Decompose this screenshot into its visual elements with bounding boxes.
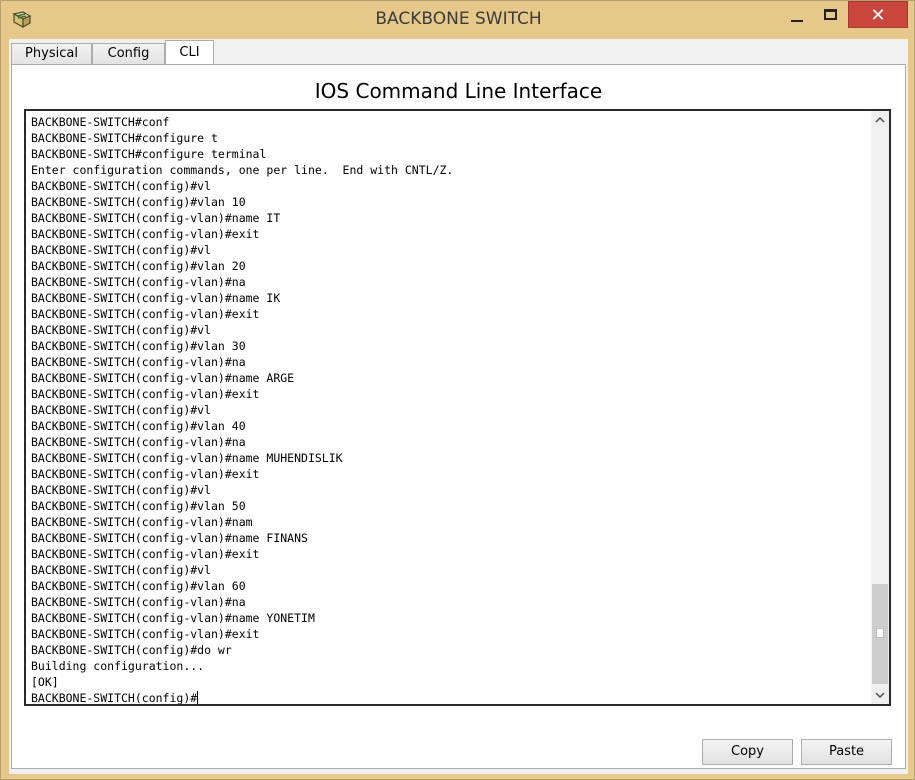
terminal-line: BACKBONE-SWITCH(config)#vlan 60 (31, 579, 246, 593)
terminal-line: BACKBONE-SWITCH(config)#do wr (31, 643, 232, 657)
copy-button[interactable]: Copy (702, 739, 793, 765)
terminal-line: BACKBONE-SWITCH#configure terminal (31, 147, 267, 161)
scrollbar-grip (876, 628, 884, 638)
terminal-line: Enter configuration commands, one per li… (31, 163, 454, 177)
terminal-line: BACKBONE-SWITCH(config)#vlan 20 (31, 259, 246, 273)
terminal-line: BACKBONE-SWITCH(config)#vl (31, 563, 212, 577)
tab-config[interactable]: Config (92, 43, 165, 64)
terminal-line: BACKBONE-SWITCH(config)#vlan 10 (31, 195, 246, 209)
terminal-line: BACKBONE-SWITCH(config-vlan)#na (31, 595, 246, 609)
title-bar[interactable]: BACKBONE SWITCH ✕ (1, 1, 915, 39)
terminal-line: BACKBONE-SWITCH(config-vlan)#exit (31, 627, 260, 641)
terminal-line: BACKBONE-SWITCH(config-vlan)#name MUHEND… (31, 451, 343, 465)
terminal-line: BACKBONE-SWITCH(config-vlan)#exit (31, 227, 260, 241)
cli-heading: IOS Command Line Interface (314, 79, 603, 103)
terminal-line: BACKBONE-SWITCH(config)#vlan 50 (31, 499, 246, 513)
scroll-up-arrow-icon[interactable] (871, 111, 889, 129)
minimize-icon (791, 20, 803, 22)
close-button[interactable]: ✕ (848, 1, 908, 28)
tab-cli[interactable]: CLI (165, 40, 214, 65)
terminal-line: [OK] (31, 675, 59, 689)
backbone-switch-window: BACKBONE SWITCH ✕ Physical Config CLI IO… (0, 0, 915, 780)
window-client-area: Physical Config CLI IOS Command Line Int… (9, 39, 908, 774)
terminal-line: BACKBONE-SWITCH(config)#vl (31, 403, 212, 417)
terminal-line: BACKBONE-SWITCH(config-vlan)#name IT (31, 211, 281, 225)
terminal-line: BACKBONE-SWITCH(config-vlan)#na (31, 435, 246, 449)
paste-button[interactable]: Paste (801, 739, 892, 765)
terminal-line: BACKBONE-SWITCH(config)#vlan 30 (31, 339, 246, 353)
terminal-line: BACKBONE-SWITCH(config-vlan)#exit (31, 467, 260, 481)
text-cursor (197, 691, 199, 704)
terminal-line: BACKBONE-SWITCH(config)# (31, 691, 199, 705)
terminal-line: BACKBONE-SWITCH(config)#vl (31, 179, 212, 193)
terminal-line: BACKBONE-SWITCH(config-vlan)#exit (31, 307, 260, 321)
terminal-line: BACKBONE-SWITCH(config)#vl (31, 243, 212, 257)
terminal-line: BACKBONE-SWITCH(config-vlan)#exit (31, 387, 260, 401)
terminal-scrollbar[interactable] (871, 111, 889, 704)
terminal-line: BACKBONE-SWITCH(config-vlan)#na (31, 355, 246, 369)
tab-strip: Physical Config CLI (9, 39, 908, 65)
cli-terminal[interactable]: BACKBONE-SWITCH#conf BACKBONE-SWITCH#conf… (24, 109, 891, 706)
terminal-line: BACKBONE-SWITCH(config)#vl (31, 323, 212, 337)
terminal-line: BACKBONE-SWITCH(config-vlan)#exit (31, 547, 260, 561)
tab-physical[interactable]: Physical (11, 43, 92, 64)
terminal-line: BACKBONE-SWITCH(config)#vlan 40 (31, 419, 246, 433)
terminal-line: BACKBONE-SWITCH(config-vlan)#name FINANS (31, 531, 308, 545)
terminal-line: BACKBONE-SWITCH(config)#vl (31, 483, 212, 497)
cli-panel: IOS Command Line Interface BACKBONE-SWIT… (11, 64, 906, 769)
terminal-line: BACKBONE-SWITCH#configure t (31, 131, 218, 145)
close-icon: ✕ (870, 5, 886, 26)
scroll-down-arrow-icon[interactable] (871, 686, 889, 704)
terminal-line: BACKBONE-SWITCH(config-vlan)#name ARGE (31, 371, 295, 385)
terminal-line: BACKBONE-SWITCH(config-vlan)#name IK (31, 291, 281, 305)
terminal-line: BACKBONE-SWITCH(config-vlan)#na (31, 275, 246, 289)
maximize-button[interactable] (814, 1, 848, 28)
maximize-icon (824, 9, 837, 20)
terminal-line: BACKBONE-SWITCH#conf (31, 115, 170, 129)
terminal-line: BACKBONE-SWITCH(config-vlan)#name YONETI… (31, 611, 315, 625)
terminal-line: BACKBONE-SWITCH(config-vlan)#nam (31, 515, 253, 529)
terminal-line: Building configuration... (31, 659, 205, 673)
scrollbar-thumb[interactable] (872, 584, 888, 684)
terminal-output[interactable]: BACKBONE-SWITCH#conf BACKBONE-SWITCH#conf… (31, 114, 871, 705)
